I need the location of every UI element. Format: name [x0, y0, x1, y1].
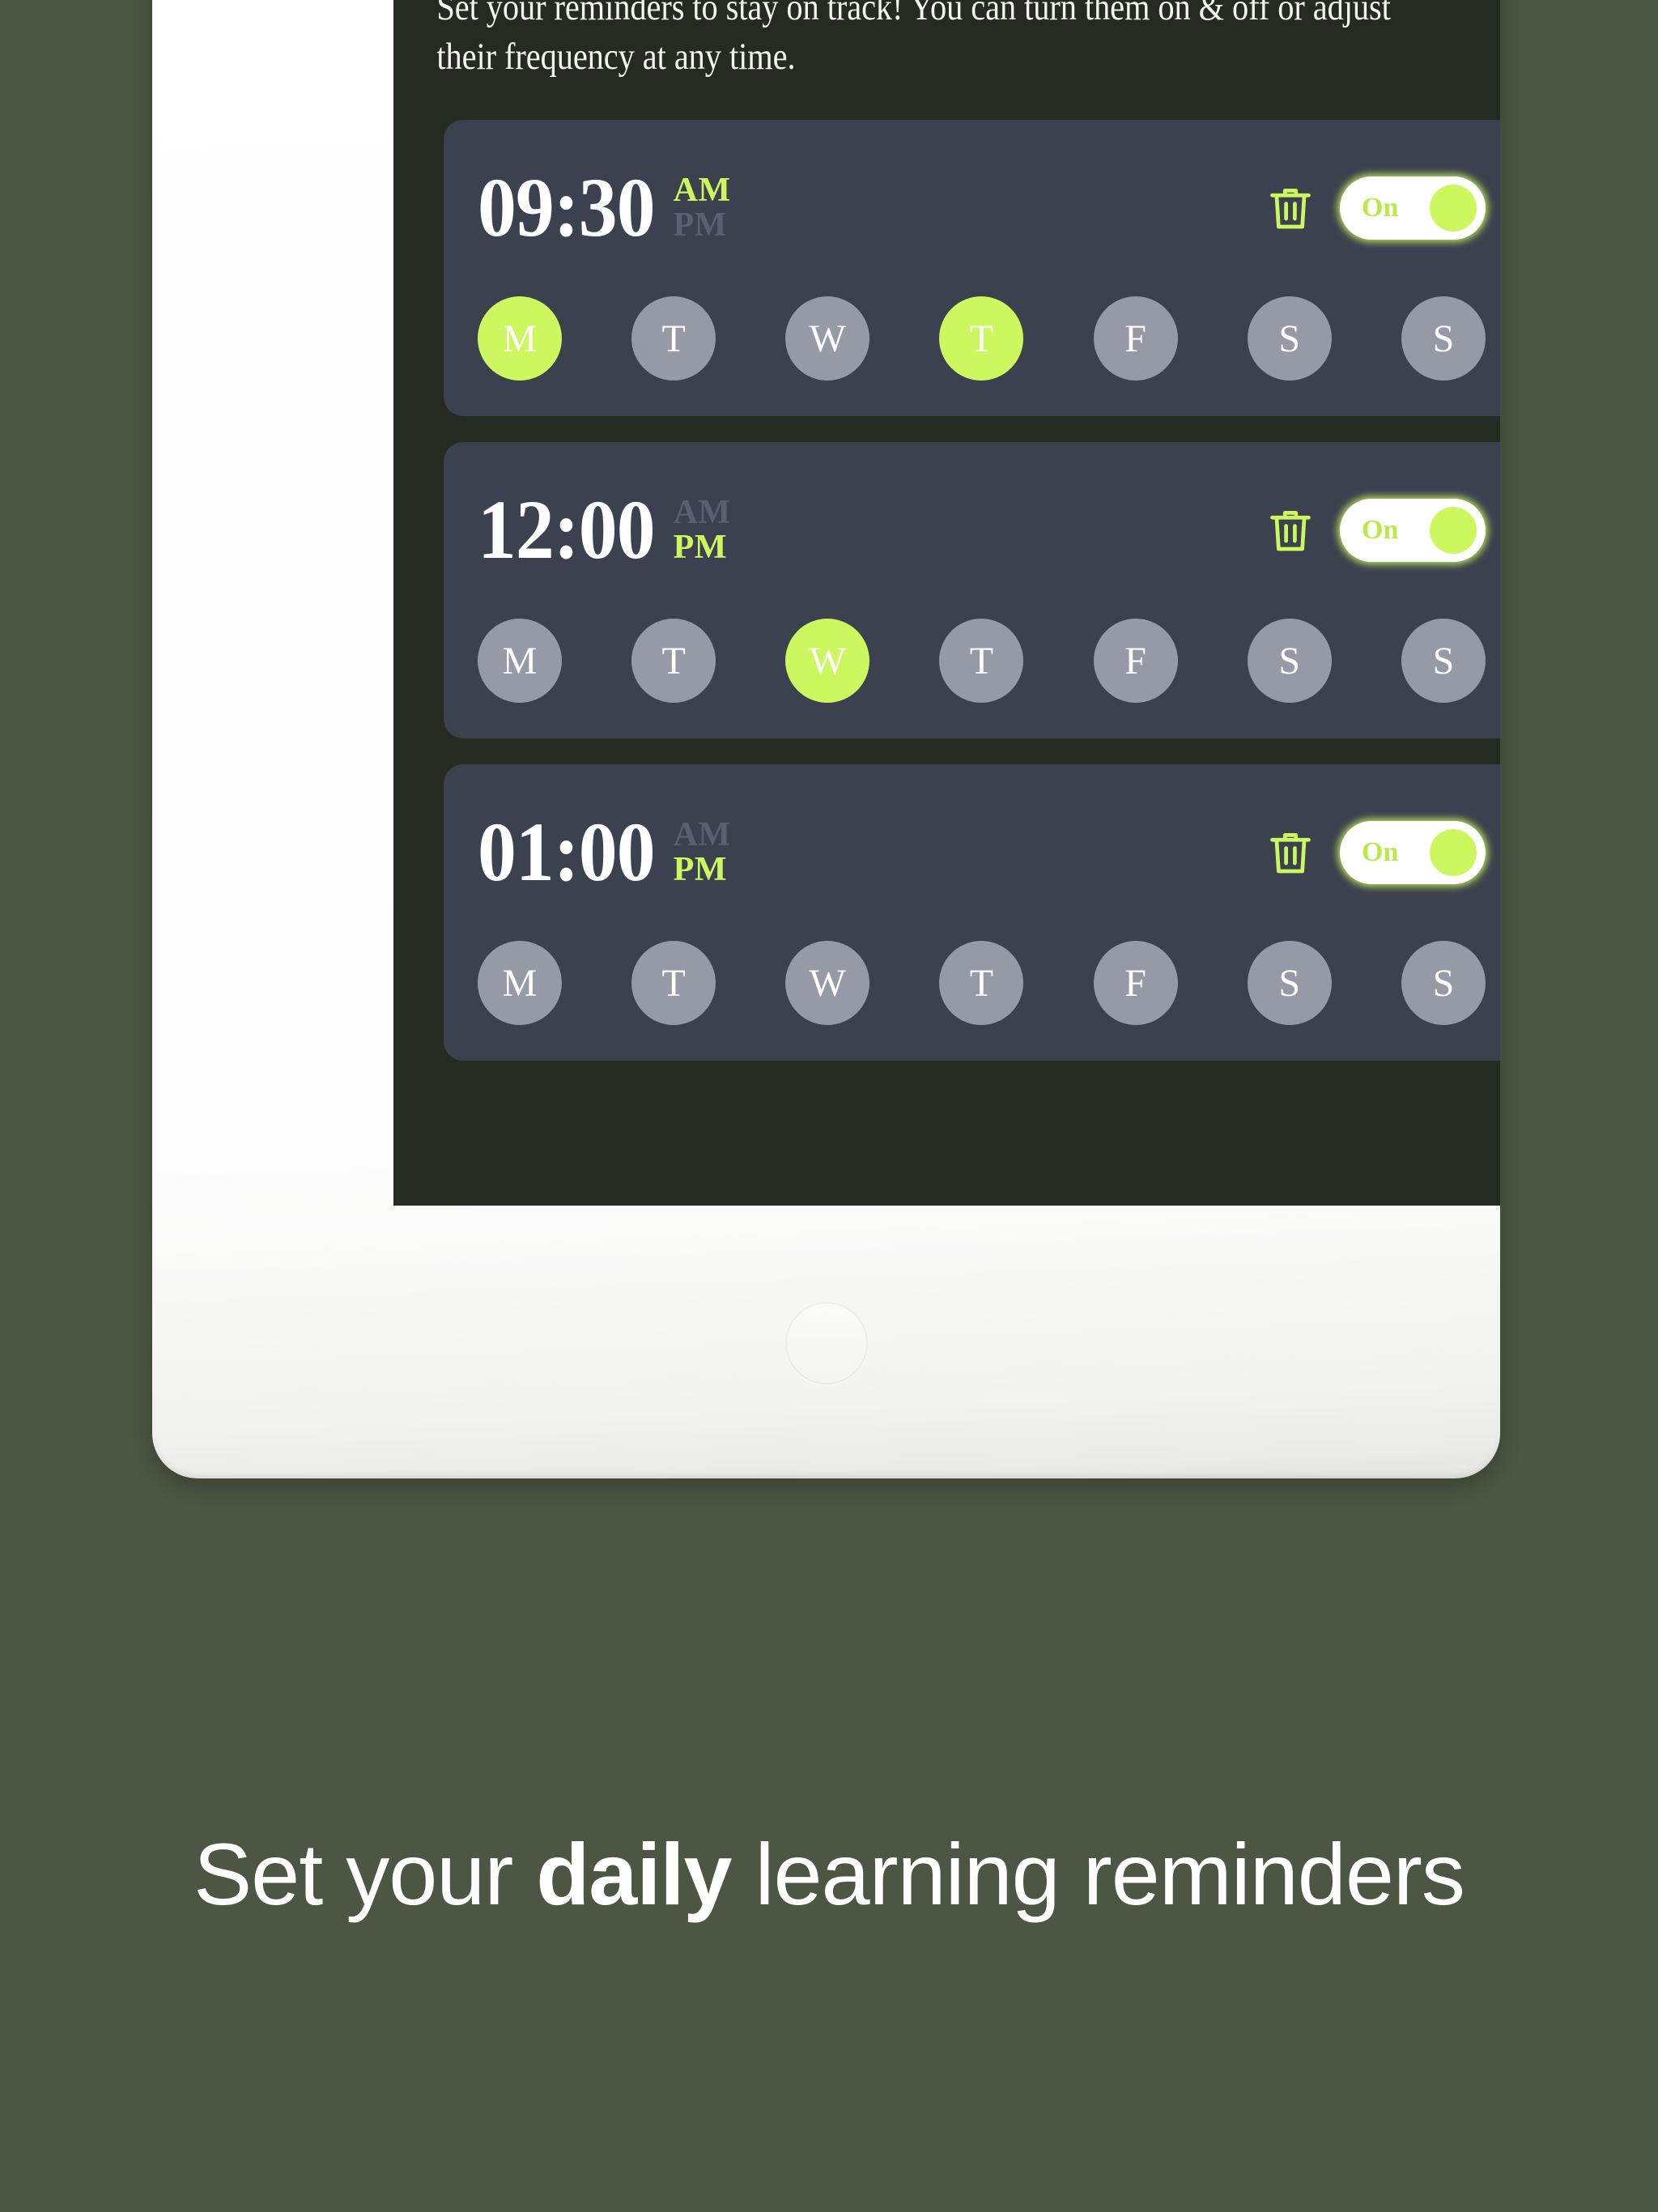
app-screen: Set your reminders to stay on track! You…	[393, 0, 1500, 1206]
day-selector-row: MTWTFSS	[478, 296, 1486, 381]
reminder-toggle[interactable]: On	[1340, 499, 1486, 563]
day-toggle-1[interactable]: T	[631, 619, 716, 704]
reminder-time[interactable]: 01:00	[478, 810, 656, 895]
toggle-knob[interactable]	[1430, 507, 1477, 555]
toggle-knob[interactable]	[1430, 185, 1477, 232]
caption-emphasis: daily	[536, 1825, 732, 1923]
trash-icon[interactable]	[1269, 828, 1312, 877]
day-toggle-6[interactable]: S	[1401, 296, 1486, 381]
day-selector-row: MTWTFSS	[478, 619, 1486, 704]
trash-icon[interactable]	[1269, 184, 1312, 232]
caption-part1: Set your	[193, 1825, 537, 1923]
day-toggle-0[interactable]: M	[478, 296, 562, 381]
meridiem-selector[interactable]: AM PM	[674, 496, 731, 565]
day-toggle-0[interactable]: M	[478, 619, 562, 704]
meridiem-am-option[interactable]: AM	[674, 173, 731, 208]
day-toggle-4[interactable]: F	[1093, 941, 1178, 1026]
meridiem-pm-option[interactable]: PM	[674, 530, 731, 565]
reminder-card[interactable]: 09:30 AM PM On M T W T F S S	[444, 120, 1500, 417]
day-toggle-3[interactable]: T	[939, 296, 1024, 381]
meridiem-pm-option[interactable]: PM	[674, 208, 731, 243]
reminder-card-actions: On	[1269, 821, 1486, 885]
day-toggle-2[interactable]: W	[785, 296, 870, 381]
meridiem-am-option[interactable]: AM	[674, 496, 731, 530]
reminder-time[interactable]: 12:00	[478, 488, 656, 572]
day-toggle-5[interactable]: S	[1247, 941, 1332, 1026]
reminder-card-header: 09:30 AM PM On	[478, 147, 1486, 269]
day-toggle-6[interactable]: S	[1401, 941, 1486, 1026]
toggle-state-label: On	[1362, 515, 1399, 546]
reminder-toggle[interactable]: On	[1340, 177, 1486, 240]
meridiem-selector[interactable]: AM PM	[674, 173, 731, 243]
time-block[interactable]: 09:30 AM PM	[478, 166, 731, 250]
toggle-state-label: On	[1362, 837, 1399, 868]
reminder-card-header: 12:00 AM PM On	[478, 470, 1486, 591]
day-toggle-5[interactable]: S	[1247, 296, 1332, 381]
day-toggle-3[interactable]: T	[939, 619, 1024, 704]
day-selector-row: MTWTFSS	[478, 941, 1486, 1026]
day-toggle-4[interactable]: F	[1093, 296, 1178, 381]
toggle-state-label: On	[1362, 193, 1399, 223]
reminder-card[interactable]: 01:00 AM PM On M T W T F S S	[444, 764, 1500, 1061]
trash-icon[interactable]	[1269, 506, 1312, 555]
meridiem-selector[interactable]: AM PM	[674, 818, 731, 887]
day-toggle-6[interactable]: S	[1401, 619, 1486, 704]
reminder-time[interactable]: 09:30	[478, 166, 656, 250]
day-toggle-0[interactable]: M	[478, 941, 562, 1026]
tablet-device-frame: Set your reminders to stay on track! You…	[152, 0, 1500, 1478]
caption-part2: learning reminders	[731, 1825, 1465, 1923]
day-toggle-3[interactable]: T	[939, 941, 1024, 1026]
reminder-card-header: 01:00 AM PM On	[478, 792, 1486, 913]
meridiem-pm-option[interactable]: PM	[674, 853, 731, 887]
day-toggle-2[interactable]: W	[785, 941, 870, 1026]
day-toggle-4[interactable]: F	[1093, 619, 1178, 704]
time-block[interactable]: 01:00 AM PM	[478, 810, 731, 895]
day-toggle-1[interactable]: T	[631, 941, 716, 1026]
caption-text: Set your daily learning reminders	[0, 1822, 1658, 1927]
reminder-list: 09:30 AM PM On M T W T F S S 12:00 AM PM On M T W T F S S 01:0…	[393, 120, 1500, 1061]
meridiem-am-option[interactable]: AM	[674, 818, 731, 853]
reminder-toggle[interactable]: On	[1340, 821, 1486, 885]
reminder-card-actions: On	[1269, 177, 1486, 240]
day-toggle-2[interactable]: W	[785, 619, 870, 704]
time-block[interactable]: 12:00 AM PM	[478, 488, 731, 572]
day-toggle-5[interactable]: S	[1247, 619, 1332, 704]
intro-description: Set your reminders to stay on track! You…	[436, 0, 1391, 79]
toggle-knob[interactable]	[1430, 829, 1477, 877]
home-button[interactable]	[784, 1302, 868, 1385]
day-toggle-1[interactable]: T	[631, 296, 716, 381]
reminder-card-actions: On	[1269, 499, 1486, 563]
reminder-card[interactable]: 12:00 AM PM On M T W T F S S	[444, 442, 1500, 739]
